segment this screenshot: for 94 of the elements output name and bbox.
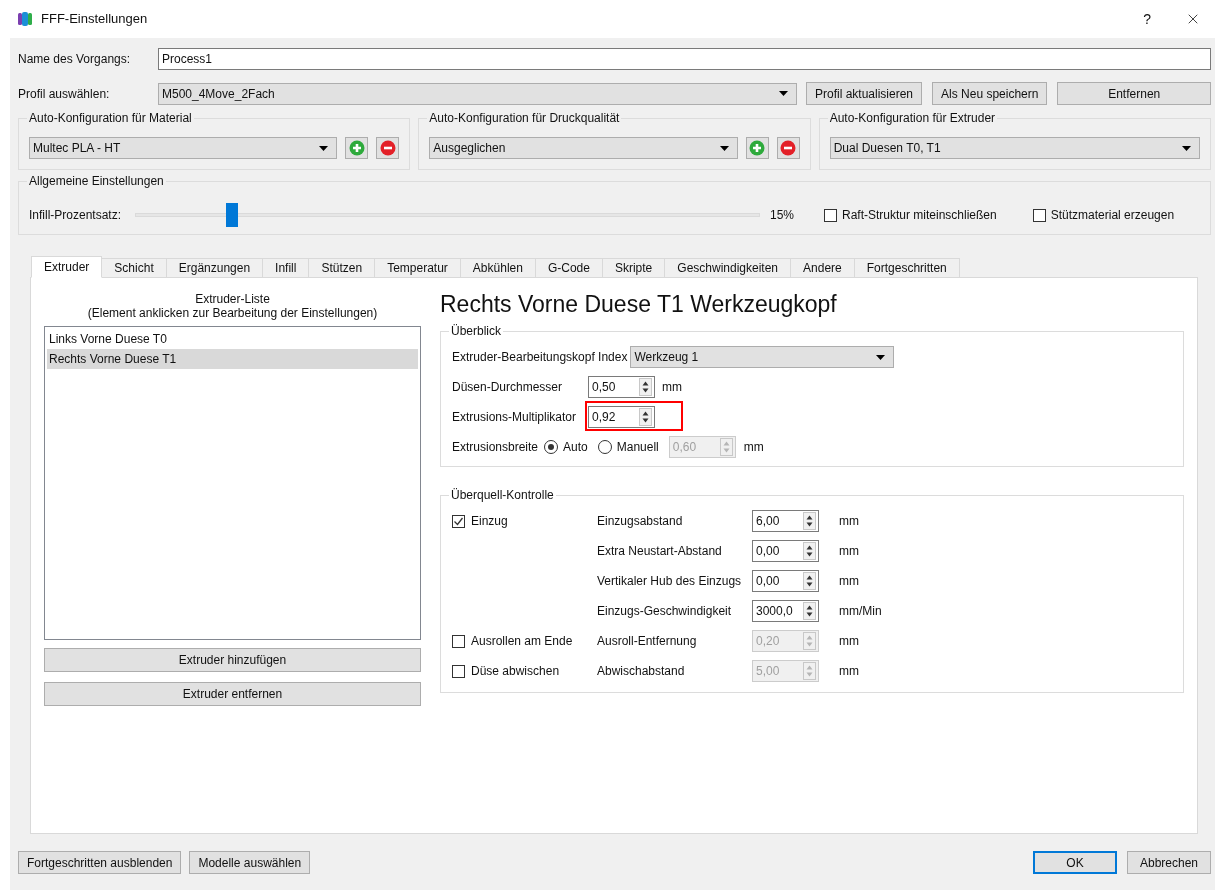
caret-icon <box>876 354 886 360</box>
checkbox-label: Einzug <box>471 513 508 530</box>
field-label: Einzugsabstand <box>597 513 684 530</box>
spin-arrows-icon[interactable] <box>639 378 652 396</box>
unit-label: mm <box>662 379 682 396</box>
spin-arrows-icon[interactable] <box>803 572 816 590</box>
profile-dropdown[interactable]: M500_4Move_2Fach <box>158 82 797 105</box>
unit-label: mm <box>839 663 859 680</box>
auto-config-dropdown[interactable]: Ausgeglichen <box>429 137 738 159</box>
remove-icon <box>379 140 396 156</box>
slider-value: 15% <box>768 207 794 224</box>
unit-label: mm <box>839 573 859 590</box>
unit-label: mm/Min <box>839 603 882 620</box>
spin-arrows-icon[interactable] <box>803 512 816 530</box>
slider-thumb[interactable] <box>225 203 238 227</box>
tab[interactable]: Fortgeschritten <box>853 258 960 278</box>
add-icon <box>749 140 766 156</box>
unit-label: mm <box>839 633 859 650</box>
auto-config-dropdown[interactable]: Dual Duesen T0, T1 <box>829 137 1200 159</box>
checkbox-label: Ausrollen am Ende <box>471 633 573 650</box>
spin-field[interactable]: 3000,0 <box>752 600 819 622</box>
remove-icon <box>780 140 797 156</box>
caret-icon <box>779 91 788 96</box>
button[interactable]: Extruder hinzufügen <box>44 648 421 672</box>
group-title: Allgemeine Einstellungen <box>28 173 165 190</box>
button[interactable]: Fortgeschritten ausblenden <box>18 851 182 874</box>
button[interactable]: Abbrechen <box>1127 851 1211 874</box>
add-button[interactable] <box>345 137 369 159</box>
list-title: Extruder-Liste <box>194 292 271 306</box>
slider-track[interactable] <box>135 203 760 227</box>
window-title: FFF-Einstellungen <box>41 10 148 29</box>
caret-icon <box>319 145 329 151</box>
extruder-heading: Rechts Vorne Duese T1 Werkzeugkopf <box>440 290 838 318</box>
checkbox[interactable] <box>1032 208 1046 222</box>
field-label: Profil auswählen: <box>18 85 111 103</box>
field-label: Extrusionsbreite <box>452 439 539 456</box>
spin-arrows-icon[interactable] <box>803 542 816 560</box>
app-logo-icon <box>17 11 33 27</box>
field-label: Name des Vorgangs: <box>18 51 132 68</box>
spin-field[interactable]: 0,92 <box>588 406 655 428</box>
button[interactable]: Entfernen <box>1057 82 1211 105</box>
checkbox[interactable] <box>824 208 837 222</box>
button[interactable]: OK <box>1033 851 1117 874</box>
field-label: Abwischabstand <box>597 663 686 680</box>
spin-arrows-icon[interactable] <box>803 602 816 620</box>
checkbox-label: Düse abwischen <box>471 663 560 680</box>
tool-index-dropdown[interactable]: Werkzeug 1 <box>630 346 895 368</box>
field-label: Düsen-Durchmesser <box>452 379 564 396</box>
group-title: Auto-Konfiguration für Druckqualität <box>428 110 621 127</box>
group-title: Überquell-Kontrolle <box>450 487 555 504</box>
name-field[interactable]: Process1 <box>158 48 1211 70</box>
add-icon <box>348 140 365 156</box>
list-item[interactable]: Rechts Vorne Duese T1 <box>47 349 418 369</box>
checkbox[interactable] <box>452 514 465 528</box>
unit-label: mm <box>743 439 764 456</box>
radio-label: Auto <box>563 439 588 456</box>
spin-field[interactable]: 0,00 <box>752 570 819 592</box>
remove-button[interactable] <box>376 137 400 159</box>
tab[interactable]: Ergänzungen <box>165 258 264 278</box>
field-label: Einzugs-Geschwindigkeit <box>597 603 733 620</box>
unit-label: mm <box>839 543 859 560</box>
spin-arrows-icon[interactable] <box>639 408 652 426</box>
tab[interactable]: Temperatur <box>374 258 461 278</box>
button[interactable]: Modelle auswählen <box>189 851 311 874</box>
group-title: Auto-Konfiguration für Extruder <box>828 110 997 127</box>
button[interactable]: Profil aktualisieren <box>806 82 923 105</box>
tab[interactable]: Extruder <box>31 256 103 278</box>
spin-field[interactable]: 0,50 <box>588 376 655 398</box>
list-item[interactable]: Links Vorne Duese T0 <box>47 329 418 349</box>
field-label: Extruder-Bearbeitungskopf Index <box>452 349 628 366</box>
spin-field[interactable]: 0,00 <box>752 540 819 562</box>
auto-config-dropdown[interactable]: Multec PLA - HT <box>29 137 338 159</box>
field-label: Extrusions-Multiplikator <box>452 409 578 426</box>
group-title: Auto-Konfiguration für Material <box>28 110 193 127</box>
field-label: Ausroll-Entfernung <box>597 633 698 650</box>
slider-label: Infill-Prozentsatz: <box>29 207 123 224</box>
unit-label: mm <box>839 513 859 530</box>
list-subtitle: (Element anklicken zur Bearbeitung der Einstellungen) <box>86 306 379 320</box>
remove-button[interactable] <box>776 137 800 159</box>
field-label: Extra Neustart-Abstand <box>597 543 723 560</box>
help-button[interactable]: ? <box>1143 8 1151 30</box>
checkbox-label: Raft-Struktur miteinschließen <box>842 207 997 224</box>
checkbox-label: Stützmaterial erzeugen <box>1050 207 1175 224</box>
field-label: Vertikaler Hub des Einzugs <box>597 573 743 590</box>
group-title: Überblick <box>450 323 502 340</box>
radio-label: Manuell <box>616 439 659 456</box>
button[interactable]: Extruder entfernen <box>44 682 421 706</box>
spin-field[interactable]: 6,00 <box>752 510 819 532</box>
add-button[interactable] <box>745 137 769 159</box>
caret-icon <box>719 145 729 151</box>
tab[interactable]: Skripte <box>601 258 666 278</box>
tab[interactable]: Geschwindigkeiten <box>664 258 792 278</box>
button[interactable]: Als Neu speichern <box>932 82 1048 105</box>
caret-icon <box>1182 145 1191 151</box>
